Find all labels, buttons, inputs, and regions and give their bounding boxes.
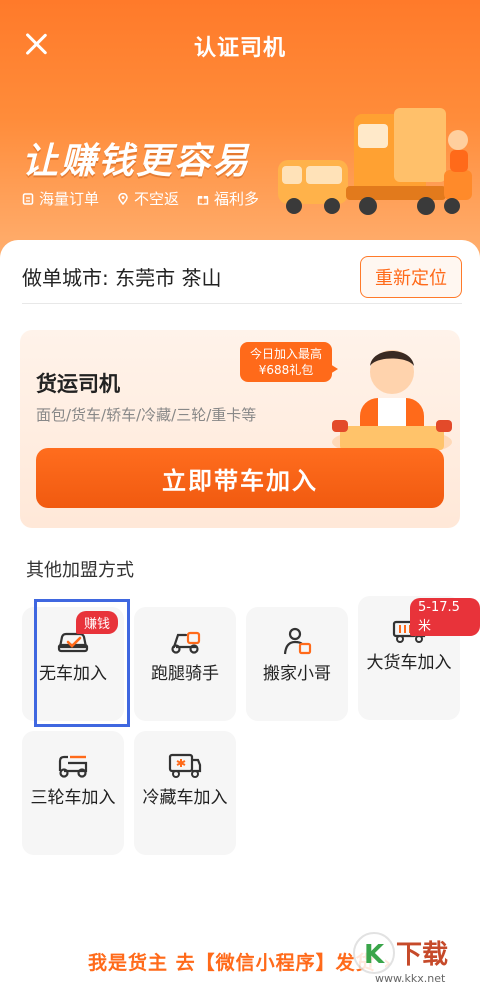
freight-driver-card: 货运司机 面包/货车/轿车/冷藏/三轮/重卡等 今日加入最高 ¥688礼包 立即… [20, 330, 460, 528]
tile-refrigerated-truck-join[interactable]: 冷藏车加入 [134, 731, 236, 855]
other-methods-title: 其他加盟方式 [26, 560, 134, 581]
work-city-label: 做单城市: 东莞市 茶山 [22, 266, 222, 290]
document-icon [22, 192, 34, 205]
tile-label: 大货车加入 [366, 653, 452, 673]
trucks-illustration [278, 108, 472, 215]
feature-item: 福利多 [197, 188, 259, 209]
page-title: 认证司机 [193, 36, 286, 61]
top-bar: 认证司机 [0, 0, 480, 92]
svg-text:K: K [364, 940, 385, 970]
svg-text:下载: 下载 [396, 940, 448, 970]
highlight-annotation [34, 599, 130, 727]
tile-label: 搬家小哥 [263, 664, 331, 684]
join-with-vehicle-button[interactable]: 立即带车加入 [36, 448, 444, 508]
watermark-text: www.kkx.net [375, 972, 446, 985]
driver-card-title: 货运司机 [36, 372, 120, 396]
tile-label: 跑腿骑手 [151, 664, 219, 684]
location-pin-icon [118, 192, 128, 205]
tile-tricycle-join[interactable]: 三轮车加入 [22, 731, 124, 855]
relocate-button[interactable]: 重新定位 [360, 255, 462, 298]
feature-label: 海量订单 [39, 190, 100, 208]
driver-card-subtitle: 面包/货车/轿车/冷藏/三轮/重卡等 [36, 406, 257, 424]
hero-banner: 认证司机 让赚钱更容易 海量订单 不空返 福利多 [0, 0, 480, 262]
hero-slogan: 让赚钱更容易 [22, 141, 251, 182]
feature-label: 福利多 [214, 190, 260, 208]
tricycle-icon [58, 755, 88, 778]
feature-item: 海量订单 [22, 188, 99, 209]
driver-person-illustration [332, 350, 452, 454]
feature-label: 不空返 [134, 190, 180, 208]
scooter-icon [171, 631, 201, 654]
city-row: 做单城市: 东莞市 茶山 重新定位 [22, 250, 462, 304]
size-badge: 5-17.5米 [410, 598, 480, 636]
tile-label: 三轮车加入 [30, 788, 116, 808]
refrigerated-truck-icon [168, 753, 202, 778]
mover-person-icon [283, 627, 312, 655]
tile-errand-rider[interactable]: 跑腿骑手 [134, 607, 236, 721]
tile-mover[interactable]: 搬家小哥 [246, 607, 348, 721]
content-panel: 做单城市: 东莞市 茶山 重新定位 货运司机 面包/货车/轿车/冷藏/三轮/重卡… [0, 240, 480, 988]
gift-icon [197, 195, 209, 205]
tile-label: 冷藏车加入 [142, 788, 228, 808]
feature-list: 海量订单 不空返 福利多 [22, 188, 259, 209]
feature-item: 不空返 [117, 188, 179, 209]
